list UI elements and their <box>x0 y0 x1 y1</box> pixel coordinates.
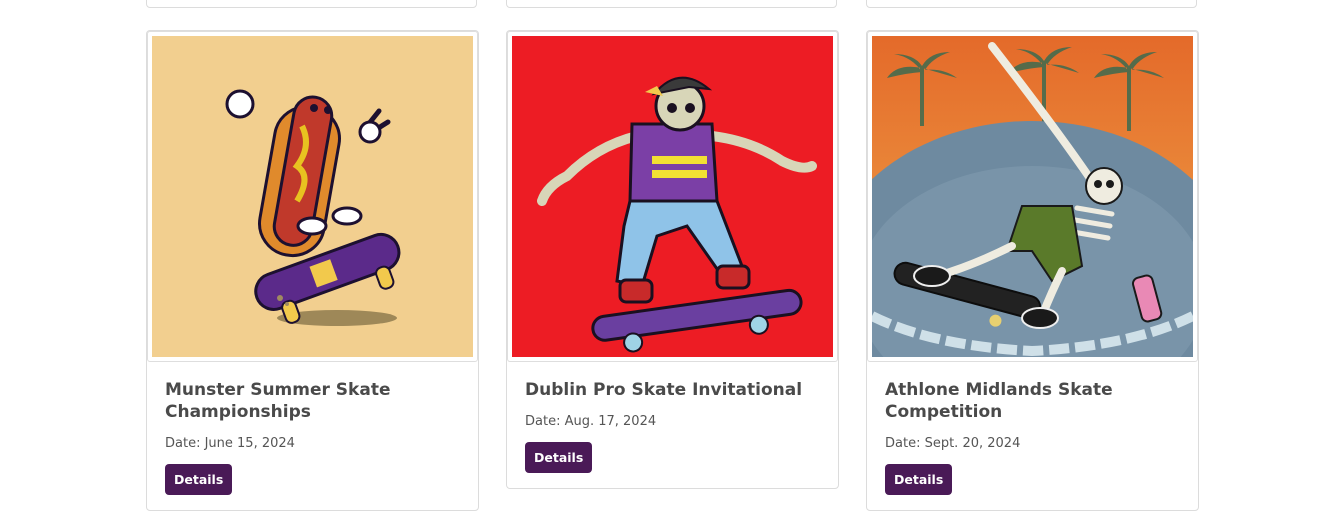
hot-dog-skateboarder-image <box>152 36 473 357</box>
event-title: Munster Summer Skate Championships <box>165 380 391 422</box>
event-card-body: Dublin Pro Skate Invitational Date: Aug.… <box>507 362 838 488</box>
skeleton-skateboarder-image <box>512 36 833 357</box>
previous-row-card <box>146 0 477 8</box>
event-date: Date: June 15, 2024 <box>165 436 295 451</box>
event-image-frame <box>147 31 478 362</box>
event-date: Date: Aug. 17, 2024 <box>525 414 657 429</box>
event-card-body: Munster Summer Skate Championships Date:… <box>147 362 478 510</box>
event-image-frame <box>867 31 1198 362</box>
event-title: Athlone Midlands Skate Competition <box>885 380 1113 422</box>
event-date: Date: Sept. 20, 2024 <box>885 436 1021 451</box>
events-page: Munster Summer Skate Championships Date:… <box>0 0 1342 532</box>
skeleton-pool-skater-image <box>872 36 1193 357</box>
details-button[interactable]: Details <box>525 442 593 473</box>
event-card: Munster Summer Skate Championships Date:… <box>146 30 479 511</box>
event-card: Dublin Pro Skate Invitational Date: Aug.… <box>506 30 839 489</box>
previous-row-card <box>506 0 837 8</box>
details-button[interactable]: Details <box>885 464 953 495</box>
event-image-frame <box>507 31 838 362</box>
event-card-body: Athlone Midlands Skate Competition Date:… <box>867 362 1198 510</box>
event-card: Athlone Midlands Skate Competition Date:… <box>866 30 1199 511</box>
event-title: Dublin Pro Skate Invitational <box>525 380 803 400</box>
details-button[interactable]: Details <box>165 464 233 495</box>
previous-row-card <box>866 0 1197 8</box>
